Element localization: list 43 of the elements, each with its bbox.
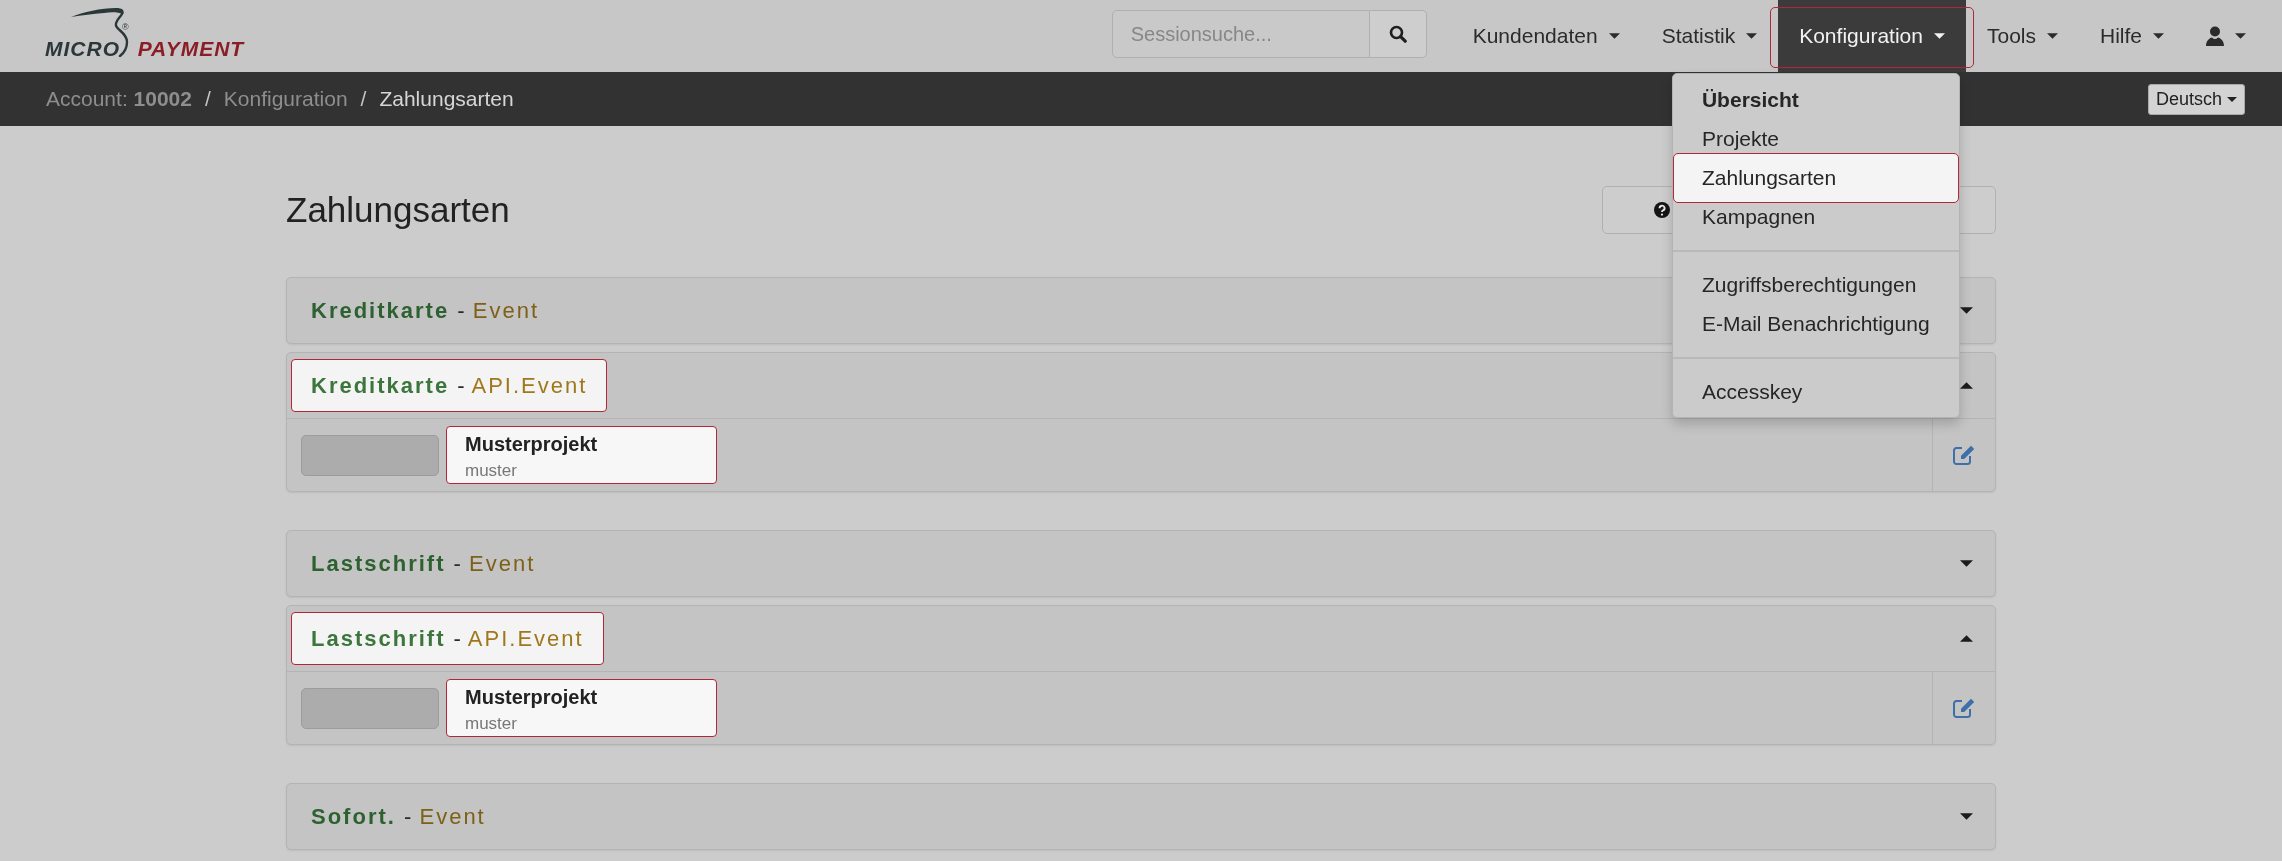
logo-text: MICRO <box>45 38 120 59</box>
caret-icon <box>1608 33 1620 39</box>
dropdown-item[interactable]: E-Mail Benachrichtigung <box>1672 310 1959 338</box>
project-key: muster <box>465 460 716 482</box>
dropdown-item[interactable]: Zahlungsarten <box>1672 153 1959 203</box>
breadcrumb-link[interactable]: Konfiguration <box>223 87 348 111</box>
dropdown-item[interactable]: Kampagnen <box>1672 203 1959 231</box>
caret-icon <box>2153 33 2164 39</box>
search-button[interactable] <box>1369 10 1427 58</box>
breadcrumb-separator: / <box>360 87 367 111</box>
dropdown-item[interactable]: Accesskey <box>1672 378 1959 406</box>
user-icon <box>2206 26 2224 46</box>
project-name: Musterprojekt <box>465 432 599 456</box>
panel-title[interactable]: Kreditkarte - Event <box>291 284 559 337</box>
search-icon <box>1388 25 1407 43</box>
caret-icon <box>2235 33 2246 39</box>
caret-icon <box>2047 33 2058 39</box>
panel-title[interactable]: Kreditkarte - API.Event <box>291 359 608 412</box>
search-field[interactable]: Sessionsuche... <box>1111 10 1370 58</box>
edit-icon[interactable] <box>1953 698 1975 718</box>
caret-icon <box>1933 33 1945 39</box>
panel-title[interactable]: Lastschrift - Event <box>291 537 556 590</box>
logo-text: PAYMENT <box>137 38 245 59</box>
dropdown-item[interactable]: Zugriffsberechtigungen <box>1672 271 1959 299</box>
breadcrumb-separator: / <box>204 87 211 111</box>
nav-menu-button[interactable]: Konfiguration <box>1770 0 1974 72</box>
dropdown-item[interactable]: Projekte <box>1672 125 1959 153</box>
breadcrumb-current: Zahlungsarten <box>379 87 514 111</box>
page-title: Zahlungsarten <box>286 190 510 230</box>
panel-title[interactable]: Lastschrift - API.Event <box>291 612 604 665</box>
registered-mark: ® <box>122 23 129 32</box>
project-key: muster <box>465 713 716 735</box>
nav-menu-button[interactable]: Kundendaten <box>1451 0 1641 72</box>
nav-menu-button[interactable]: Hilfe <box>2079 0 2185 72</box>
dropdown-item[interactable]: Übersicht <box>1672 86 1959 114</box>
caret-icon <box>2227 96 2237 102</box>
caret-icon <box>1746 33 1758 39</box>
language-button[interactable]: Deutsch <box>2147 83 2245 115</box>
help-icon <box>1654 202 1670 218</box>
project-name: Musterprojekt <box>465 685 599 709</box>
panel-title[interactable]: Sofort. - Event <box>291 790 506 843</box>
breadcrumb-link[interactable]: Account: 10002 <box>46 87 192 111</box>
edit-icon[interactable] <box>1953 445 1975 465</box>
